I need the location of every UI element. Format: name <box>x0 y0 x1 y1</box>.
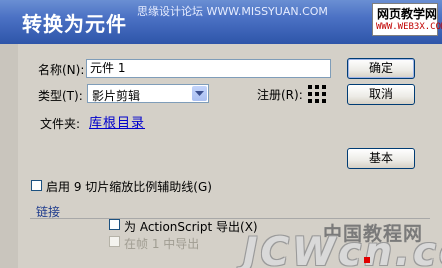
export-first-frame-label: 在帧 1 中导出 <box>124 237 200 251</box>
dialog-title-bar[interactable]: 转换为元件 思缘设计论坛 WWW.MISSYUAN.COM 网页教学网 WWW.… <box>0 0 442 44</box>
registration-grid-icon[interactable] <box>308 85 328 105</box>
export-first-frame-checkbox <box>109 236 120 247</box>
basic-button[interactable]: 基本 <box>347 148 415 169</box>
name-input[interactable]: 元件 1 <box>86 59 331 78</box>
watermark-top: 思缘设计论坛 WWW.MISSYUAN.COM <box>137 5 328 18</box>
export-actionscript-checkbox[interactable] <box>109 219 120 230</box>
ok-button[interactable]: 确定 <box>347 58 415 79</box>
screenshot-canvas: 转换为元件 思缘设计论坛 WWW.MISSYUAN.COM 网页教学网 WWW.… <box>0 0 442 268</box>
watermark-logo-line1: 网页教学网 <box>377 7 438 21</box>
folder-link[interactable]: 库根目录 <box>89 112 145 131</box>
dialog-left-edge <box>0 44 18 268</box>
name-label: 名称(N): <box>38 63 85 77</box>
scale9-checkbox[interactable] <box>31 180 42 191</box>
chevron-down-icon[interactable] <box>192 86 207 101</box>
watermark-bottom-en: JCWcn.com <box>243 230 442 268</box>
watermark-logo-line2: WWW.WEB3X.COM <box>376 22 442 32</box>
cancel-button[interactable]: 取消 <box>347 84 415 105</box>
registration-label: 注册(R): <box>257 88 303 102</box>
dialog-title: 转换为元件 <box>22 12 127 36</box>
folder-label: 文件夹: <box>40 117 81 131</box>
type-select-value: 影片剪辑 <box>92 89 141 103</box>
type-label: 类型(T): <box>38 89 83 103</box>
type-select[interactable]: 影片剪辑 <box>87 84 209 103</box>
watermark-logo-box: 网页教学网 WWW.WEB3X.COM <box>372 3 442 36</box>
scale9-label: 启用 9 切片缩放比例辅助线(G) <box>46 180 212 194</box>
export-actionscript-label: 为 ActionScript 导出(X) <box>124 220 258 234</box>
watermark-red-dot <box>364 257 370 263</box>
